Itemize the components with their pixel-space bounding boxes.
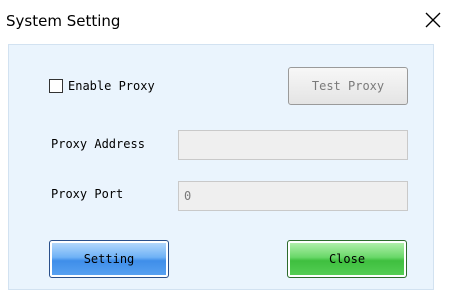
proxy-port-field[interactable]	[178, 181, 408, 211]
enable-proxy-label[interactable]: Enable Proxy	[68, 79, 155, 93]
enable-proxy-row[interactable]: Enable Proxy	[49, 77, 155, 95]
settings-panel: Enable Proxy Test Proxy Proxy Address Pr…	[8, 44, 434, 290]
setting-button[interactable]: Setting	[49, 240, 169, 278]
title-bar: System Setting	[0, 0, 449, 44]
test-proxy-button[interactable]: Test Proxy	[288, 67, 408, 105]
close-x-icon[interactable]	[423, 10, 443, 30]
system-setting-dialog: System Setting Enable Proxy Test Proxy P…	[0, 0, 449, 300]
proxy-address-label: Proxy Address	[51, 137, 145, 151]
proxy-port-label: Proxy Port	[51, 187, 124, 201]
close-button[interactable]: Close	[287, 240, 407, 278]
enable-proxy-checkbox[interactable]	[49, 79, 63, 93]
window-title: System Setting	[6, 12, 121, 30]
proxy-address-field[interactable]	[178, 130, 408, 160]
